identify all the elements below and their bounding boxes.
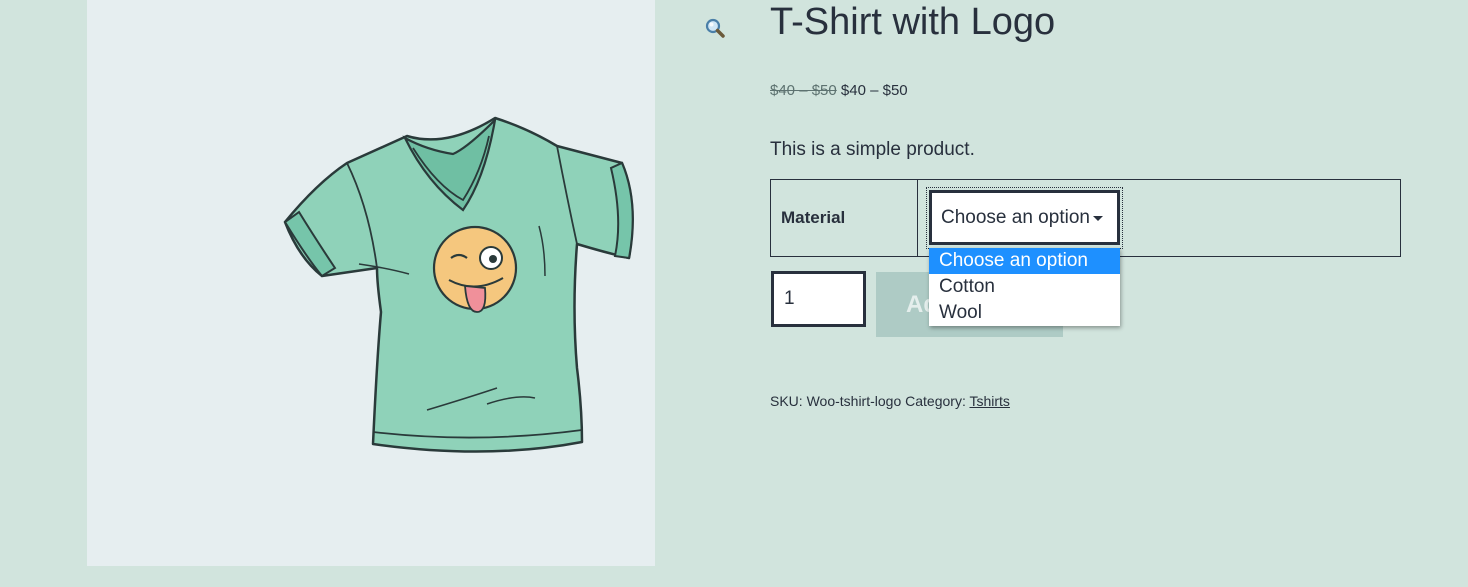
select-current-value: Choose an option [941, 207, 1090, 228]
option-choose[interactable]: Choose an option [929, 248, 1120, 274]
sku-label: SKU: [770, 393, 803, 409]
t-shirt-image[interactable] [277, 108, 647, 458]
product-page: T-Shirt with Logo $40 – $50 $40 – $50 Th… [0, 0, 1468, 587]
variation-label-cell: Material [770, 179, 918, 257]
quantity-input[interactable] [771, 271, 866, 327]
caret-down-icon [1093, 216, 1103, 221]
variation-label: Material [781, 208, 846, 227]
magnifier-zoom-icon[interactable] [703, 16, 729, 42]
product-title: T-Shirt with Logo [770, 1, 1056, 43]
category-label: Category: [905, 393, 966, 409]
option-cotton[interactable]: Cotton [929, 274, 1120, 300]
sale-price: $40 – $50 [840, 82, 908, 99]
product-meta: SKU: Woo-tshirt-logo Category: Tshirts [770, 392, 1010, 410]
regular-price: $40 – $50 [770, 82, 837, 99]
option-wool[interactable]: Wool [929, 300, 1120, 326]
product-gallery [87, 0, 725, 566]
product-price: $40 – $50 $40 – $50 [770, 82, 908, 100]
product-short-description: This is a simple product. [770, 139, 975, 160]
category-link-tshirts[interactable]: Tshirts [969, 393, 1009, 409]
material-select[interactable]: Choose an option [929, 190, 1120, 245]
sku-value: Woo-tshirt-logo [806, 393, 902, 409]
material-options-dropdown: Choose an option Cotton Wool [929, 248, 1120, 326]
